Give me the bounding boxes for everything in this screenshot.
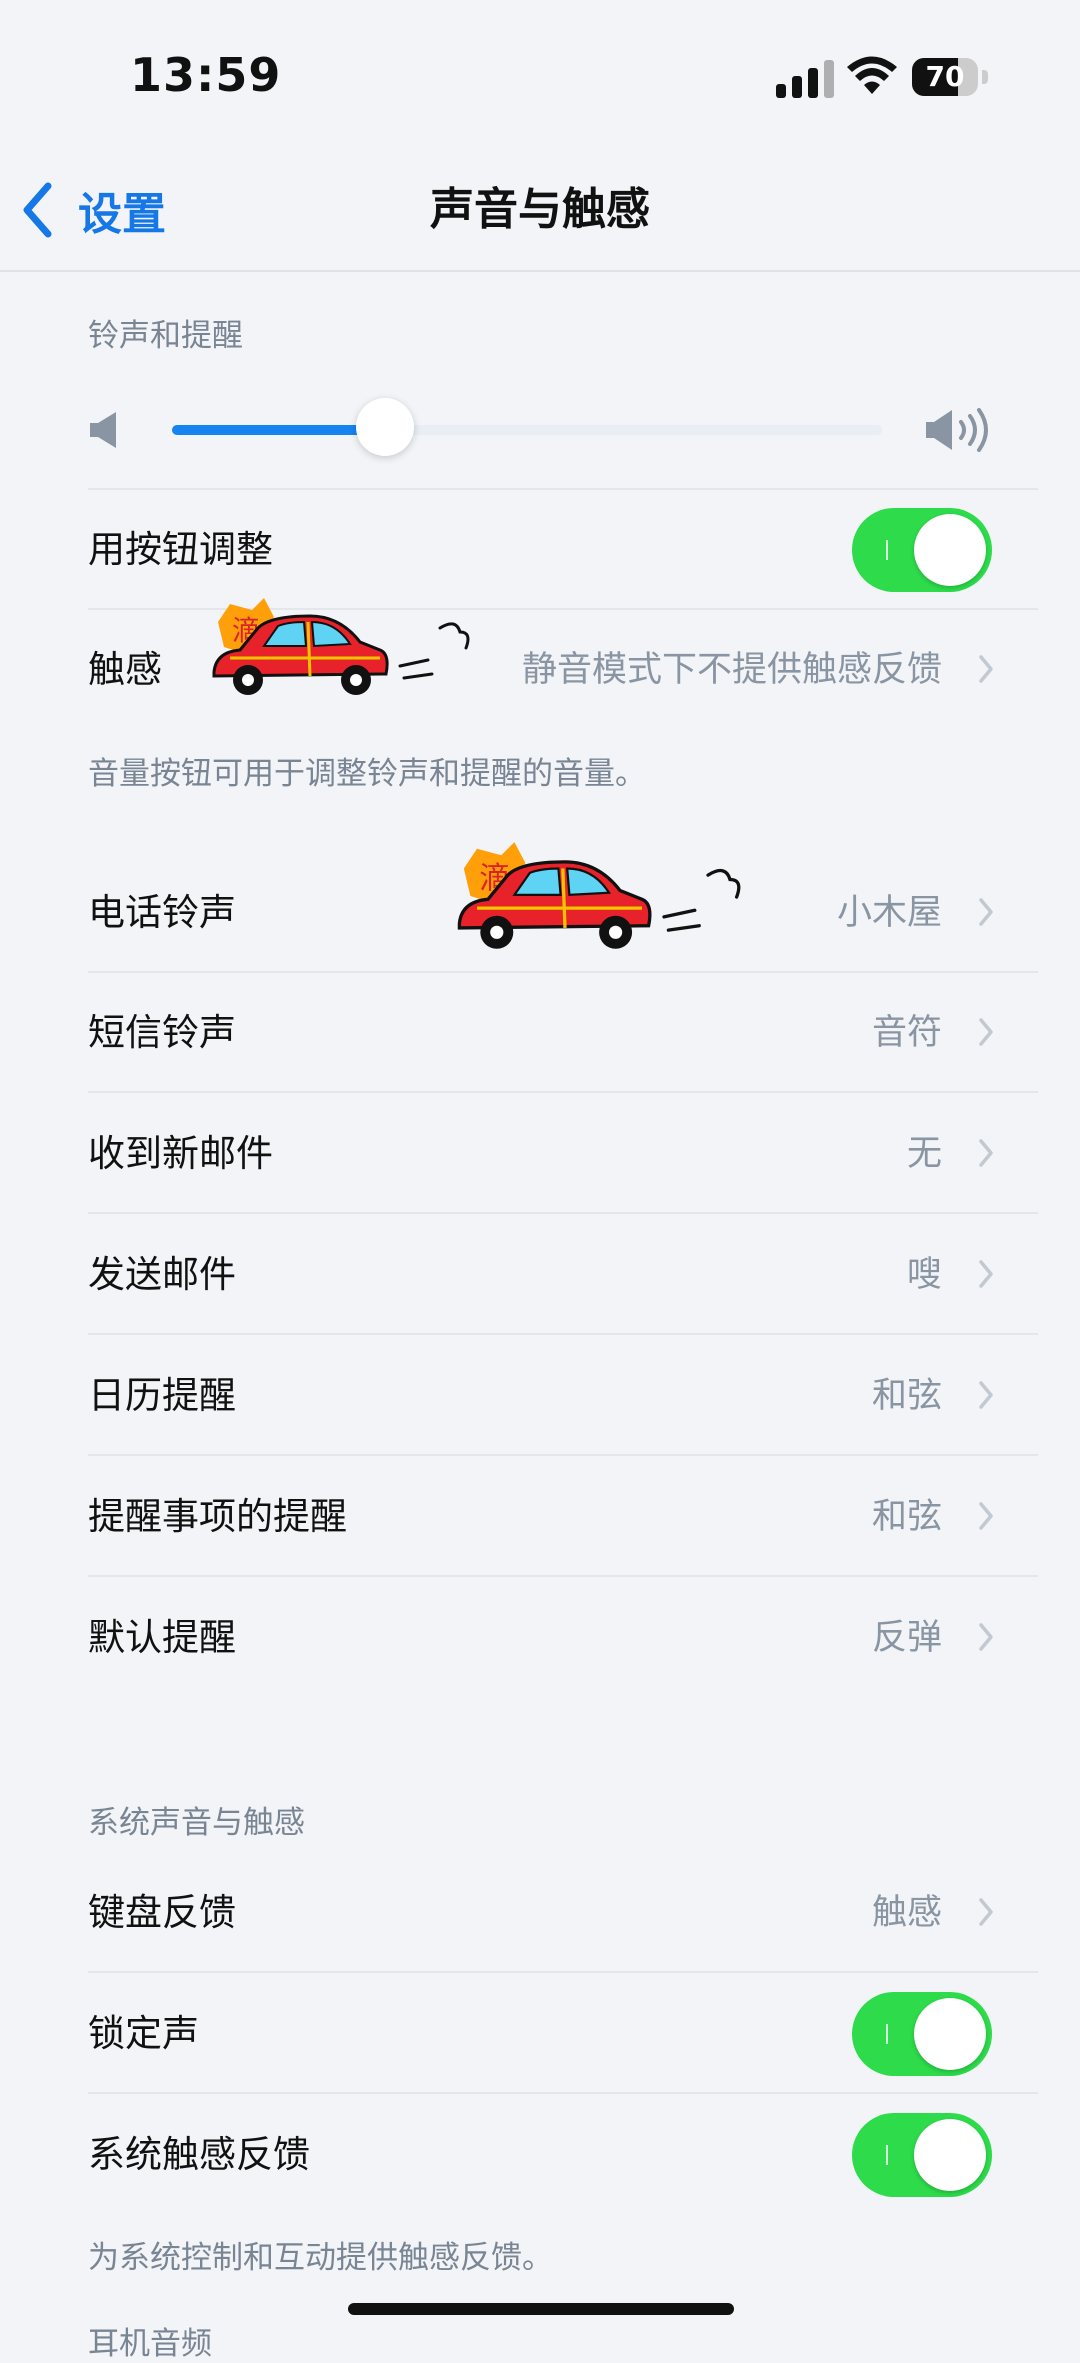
sound-row-label: 提醒事项的提醒	[88, 1495, 347, 1538]
sound-row-label: 日历提醒	[88, 1374, 236, 1417]
sound-row-value: 和弦	[871, 1376, 942, 1416]
section-title-system: 系统声音与触感	[88, 1805, 305, 1841]
section-title-headphone: 耳机音频	[88, 2326, 212, 2362]
system-footnote: 为系统控制和互动提供触感反馈。	[88, 2240, 553, 2276]
navigation-bar: 设置 声音与触感	[0, 150, 1080, 272]
sound-row[interactable]: 日历提醒 和弦	[88, 1336, 1038, 1456]
sound-row-value: 和弦	[871, 1497, 942, 1537]
haptics-value: 静音模式下不提供触感反馈	[521, 650, 942, 690]
sound-row[interactable]: 收到新邮件 无	[88, 1094, 1038, 1214]
ringer-footnote: 音量按钮可用于调整铃声和提醒的音量。	[88, 756, 646, 792]
chevron-right-icon	[979, 1381, 993, 1409]
system-haptics-toggle[interactable]	[852, 2113, 992, 2197]
cellular-signal-icon	[776, 58, 836, 98]
sound-row[interactable]: 发送邮件 嗖	[88, 1215, 1038, 1335]
speaker-high-icon	[926, 408, 988, 452]
keyboard-feedback-row[interactable]: 键盘反馈 触感	[88, 1853, 1038, 1973]
car-sticker: 滴	[212, 598, 470, 695]
volume-slider-fill	[172, 425, 385, 435]
speaker-low-icon	[90, 412, 116, 448]
status-bar: 13:59 70	[0, 0, 1080, 150]
sound-row-label: 收到新邮件	[88, 1132, 273, 1175]
volume-slider-thumb[interactable]	[356, 398, 414, 456]
chevron-right-icon	[979, 1623, 993, 1651]
adjust-with-buttons-toggle[interactable]	[852, 508, 992, 592]
volume-slider-row	[88, 370, 1038, 490]
system-haptics-row: 系统触感反馈	[88, 2095, 1038, 2215]
sound-row-value: 无	[906, 1134, 942, 1174]
battery-icon: 70	[912, 58, 978, 96]
lock-sound-toggle[interactable]	[852, 1992, 992, 2076]
sound-row-label: 发送邮件	[88, 1253, 236, 1296]
sound-row-label: 短信铃声	[88, 1011, 236, 1054]
keyboard-feedback-label: 键盘反馈	[88, 1891, 236, 1934]
volume-slider[interactable]	[172, 425, 882, 435]
chevron-right-icon	[979, 1139, 993, 1167]
chevron-right-icon	[979, 655, 993, 683]
sound-row-value: 嗖	[906, 1255, 942, 1295]
sound-row-value: 反弹	[871, 1618, 942, 1658]
chevron-right-icon	[979, 1018, 993, 1046]
chevron-right-icon	[979, 1260, 993, 1288]
status-time: 13:59	[130, 48, 282, 102]
battery-percent: 70	[925, 60, 965, 93]
wifi-icon	[847, 56, 897, 94]
sound-row[interactable]: 短信铃声 音符	[88, 973, 1038, 1093]
home-indicator[interactable]	[348, 2303, 734, 2315]
battery-cap	[982, 70, 988, 84]
lock-sound-label: 锁定声	[88, 2012, 199, 2055]
sound-row-label: 电话铃声	[88, 891, 236, 934]
page-title: 声音与触感	[430, 184, 650, 235]
chevron-right-icon	[979, 1502, 993, 1530]
sound-row[interactable]: 提醒事项的提醒 和弦	[88, 1457, 1038, 1577]
haptics-label: 触感	[88, 648, 162, 691]
keyboard-feedback-value: 触感	[871, 1893, 942, 1933]
system-haptics-label: 系统触感反馈	[88, 2133, 310, 2176]
car-sticker: 滴	[457, 842, 741, 949]
sound-row-label: 默认提醒	[88, 1616, 236, 1659]
sound-row-value: 小木屋	[836, 893, 942, 933]
section-title-ringer: 铃声和提醒	[88, 318, 243, 354]
sound-row[interactable]: 默认提醒 反弹	[88, 1578, 1038, 1698]
sound-row-value: 音符	[871, 1013, 942, 1053]
chevron-right-icon	[979, 898, 993, 926]
lock-sound-row: 锁定声	[88, 1974, 1038, 2094]
chevron-right-icon	[979, 1898, 993, 1926]
